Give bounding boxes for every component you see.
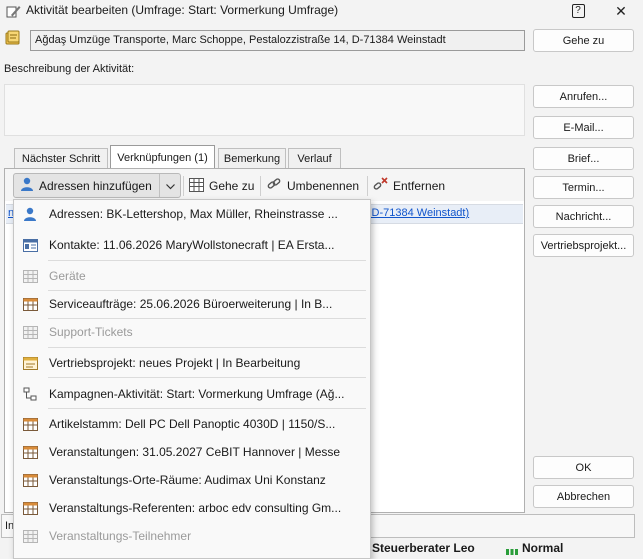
menu-item-label: Geräte: [49, 269, 86, 283]
menu-item-events[interactable]: Veranstaltungen: 31.05.2027 CeBIT Hannov…: [14, 438, 370, 466]
menu-item-event-speakers[interactable]: Veranstaltungs-Referenten: arboc edv con…: [14, 494, 370, 522]
menu-item-contacts[interactable]: Kontakte: 11.06.2026 MaryWollstonecraft …: [14, 231, 370, 259]
cancel-button[interactable]: Abbrechen: [533, 485, 634, 508]
menu-item-label: Serviceaufträge: 25.06.2026 Büroerweiter…: [49, 297, 333, 311]
email-button[interactable]: E-Mail...: [533, 116, 634, 139]
tab-remark[interactable]: Bemerkung: [218, 148, 286, 168]
table-goto-icon: [189, 177, 204, 195]
menu-item-devices: Geräte: [14, 262, 370, 290]
menu-item-label: Vertriebsprojekt: neues Projekt | In Bea…: [49, 356, 301, 370]
venue-grid-icon: [22, 472, 38, 488]
add-addresses-label: Adressen hinzufügen: [39, 179, 152, 193]
priority-text: Normal: [522, 541, 564, 555]
sales-project-button[interactable]: Vertriebsprojekt...: [533, 234, 634, 257]
tab-history[interactable]: Verlauf: [288, 148, 341, 168]
rename-tool-label: Umbenennen: [287, 179, 360, 193]
menu-item-label: Veranstaltungen: 31.05.2027 CeBIT Hannov…: [49, 445, 341, 459]
menu-item-event-venues[interactable]: Veranstaltungs-Orte-Räume: Audimax Uni K…: [14, 466, 370, 494]
add-addresses-label-group: Adressen hinzufügen: [20, 176, 152, 196]
address-book-icon: [4, 29, 22, 47]
sales-project-icon: [22, 355, 38, 371]
help-icon: ?: [571, 4, 585, 18]
menu-separator: [48, 377, 366, 378]
menu-item-label: Veranstaltungs-Teilnehmer: [49, 529, 192, 543]
ticket-grid-icon: [22, 324, 38, 340]
add-addresses-dropdown[interactable]: [159, 174, 180, 197]
window-title: Aktivität bearbeiten (Umfrage: Start: Vo…: [26, 3, 339, 17]
goto-tool-button[interactable]: Gehe zu: [189, 176, 254, 196]
appointment-button[interactable]: Termin...: [533, 176, 634, 199]
status-behind-text: Steuerberater Leo: [372, 541, 475, 555]
person-icon: [20, 177, 34, 195]
ok-button[interactable]: OK: [533, 456, 634, 479]
service-order-icon: [22, 296, 38, 312]
menu-separator: [48, 347, 366, 348]
remove-tool-button[interactable]: Entfernen: [373, 176, 445, 196]
person-icon: [22, 206, 38, 222]
app-edit-icon: [5, 3, 21, 19]
message-button[interactable]: Nachricht...: [533, 205, 634, 228]
address-field[interactable]: Ağdaş Umzüge Transporte, Marc Schoppe, P…: [30, 30, 525, 51]
toolbar-separator: [260, 176, 261, 196]
menu-separator: [48, 408, 366, 409]
menu-item-label: Adressen: BK-Lettershop, Max Müller, Rhe…: [49, 207, 338, 221]
goto-address-button[interactable]: Gehe zu: [533, 29, 634, 52]
menu-separator: [48, 260, 366, 261]
remove-tool-label: Entfernen: [393, 179, 446, 193]
close-icon: ✕: [615, 2, 627, 19]
remove-link-icon: [373, 177, 388, 195]
event-grid-icon: [22, 444, 38, 460]
menu-item-event-attendees: Veranstaltungs-Teilnehmer: [14, 522, 370, 550]
menu-item-label: Support-Tickets: [49, 325, 133, 339]
menu-item-campaign-activity[interactable]: Kampagnen-Aktivität: Start: Vormerkung U…: [14, 380, 370, 408]
letter-button[interactable]: Brief...: [533, 147, 634, 170]
tab-links[interactable]: Verknüpfungen (1): [110, 145, 215, 169]
menu-item-label: Artikelstamm: Dell PC Dell Panoptic 4030…: [49, 417, 336, 431]
contact-card-icon: [22, 237, 38, 253]
menu-item-service-orders[interactable]: Serviceaufträge: 25.06.2026 Büroerweiter…: [14, 290, 370, 318]
menu-item-label: Veranstaltungs-Referenten: arboc edv con…: [49, 501, 342, 515]
menu-item-label: Kontakte: 11.06.2026 MaryWollstonecraft …: [49, 238, 335, 252]
menu-item-sales-project[interactable]: Vertriebsprojekt: neues Projekt | In Bea…: [14, 349, 370, 377]
speaker-grid-icon: [22, 500, 38, 516]
menu-item-addresses[interactable]: Adressen: BK-Lettershop, Max Müller, Rhe…: [14, 200, 370, 228]
toolbar-separator: [367, 176, 368, 196]
close-button[interactable]: ✕: [601, 0, 641, 22]
menu-item-label: Veranstaltungs-Orte-Räume: Audimax Uni K…: [49, 473, 326, 487]
attendee-grid-icon: [22, 528, 38, 544]
campaign-tree-icon: [22, 386, 38, 402]
rename-link-icon: [267, 177, 282, 195]
description-input[interactable]: [4, 84, 525, 136]
goto-tool-label: Gehe zu: [209, 179, 255, 193]
menu-item-label: Kampagnen-Aktivität: Start: Vormerkung U…: [49, 387, 345, 401]
description-label: Beschreibung der Aktivität:: [4, 63, 135, 75]
call-button[interactable]: Anrufen...: [533, 85, 634, 108]
menu-item-article-master[interactable]: Artikelstamm: Dell PC Dell Panoptic 4030…: [14, 410, 370, 438]
help-button[interactable]: ?: [558, 0, 598, 22]
device-grid-icon: [22, 268, 38, 284]
tab-next-step[interactable]: Nächster Schritt: [14, 148, 108, 168]
rename-tool-button[interactable]: Umbenennen: [267, 176, 359, 196]
article-grid-icon: [22, 416, 38, 432]
chevron-down-icon: [165, 179, 175, 193]
menu-item-support-tickets: Support-Tickets: [14, 318, 370, 346]
toolbar-separator: [183, 176, 184, 196]
title-bar: Aktivität bearbeiten (Umfrage: Start: Vo…: [0, 0, 643, 22]
